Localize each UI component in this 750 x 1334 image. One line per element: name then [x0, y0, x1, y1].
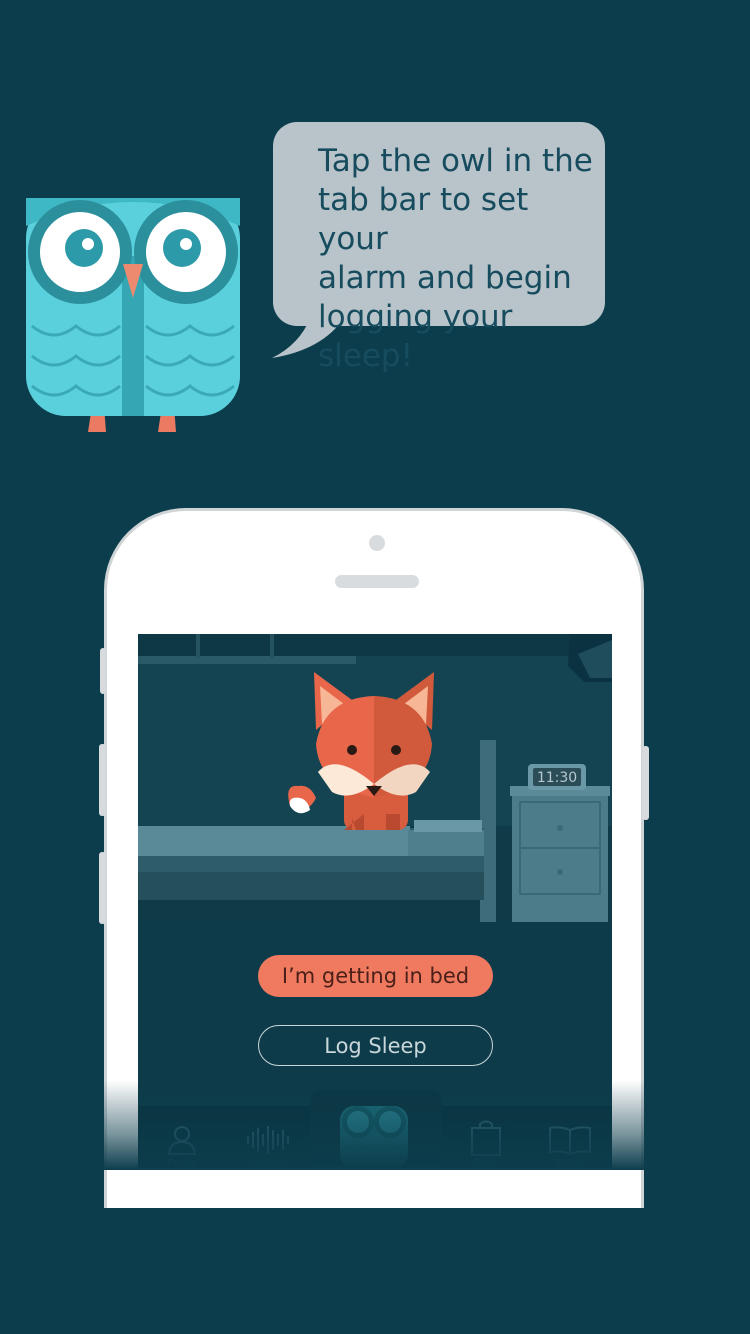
sounds-waveform-icon [247, 1126, 289, 1154]
owl-mascot-icon [26, 198, 240, 432]
tip-text: Tap the owl in the tab bar to set your a… [318, 142, 598, 376]
bedroom-scene: 11:30 [138, 634, 612, 924]
phone-screen: 11:30 I’m getting in bed Log Sleep Profi… [138, 634, 612, 1168]
getting-in-bed-button[interactable]: I’m getting in bed [258, 955, 493, 997]
tip-line: Tap the owl in the [318, 143, 593, 179]
tab-stories[interactable]: Stories [542, 1122, 598, 1168]
log-sleep-button[interactable]: Log Sleep [258, 1025, 493, 1066]
tab-label: Store [474, 1158, 498, 1168]
tab-label: Stories [554, 1158, 586, 1168]
tip-line: logging your sleep! [318, 299, 513, 374]
phone-volume-up-button [99, 744, 106, 816]
tab-label: Sounds [251, 1158, 285, 1168]
earpiece-speaker [335, 575, 419, 588]
front-camera [369, 535, 385, 551]
phone-volume-down-button [99, 852, 106, 924]
tab-profile[interactable]: Profile [160, 1122, 204, 1168]
tip-line: alarm and begin [318, 260, 572, 296]
tab-sounds[interactable]: Sounds [242, 1122, 298, 1168]
phone-side-button [100, 648, 106, 694]
store-bag-icon [471, 1120, 501, 1156]
clock-time: 11:30 [537, 770, 577, 786]
profile-icon [167, 1126, 197, 1155]
tab-label: Profile [167, 1158, 197, 1168]
tip-speech-bubble: Tap the owl in the tab bar to set your a… [270, 122, 610, 374]
tip-line: tab bar to set your [318, 182, 529, 257]
phone-power-button [642, 746, 649, 820]
tab-store[interactable]: Store [464, 1120, 508, 1168]
tab-owl-alarm[interactable] [336, 1098, 412, 1168]
stories-book-icon [549, 1126, 591, 1156]
owl-alarm-icon [340, 1106, 408, 1168]
